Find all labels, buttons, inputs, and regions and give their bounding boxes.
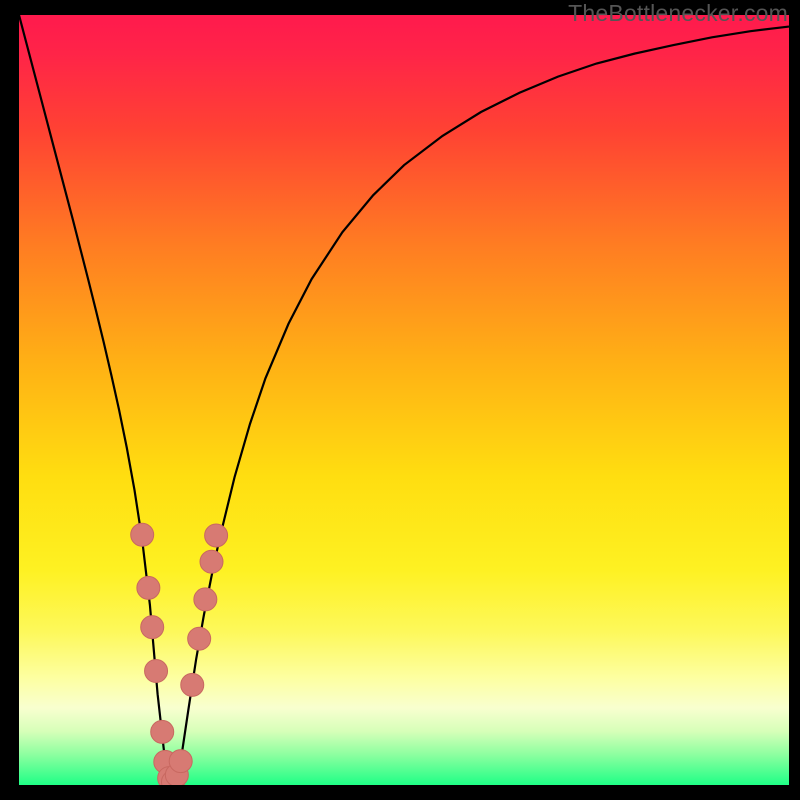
bottleneck-curve (19, 15, 789, 782)
data-marker (145, 660, 168, 683)
data-marker (188, 627, 211, 650)
data-marker (131, 523, 154, 546)
data-marker (169, 750, 192, 773)
curve-layer (19, 15, 789, 785)
data-marker (205, 524, 228, 547)
data-marker (181, 673, 204, 696)
watermark-text: TheBottlenecker.com (568, 0, 788, 27)
plot-area (19, 15, 789, 785)
data-marker (151, 720, 174, 743)
chart-frame: TheBottlenecker.com (0, 0, 800, 800)
data-marker (137, 576, 160, 599)
data-marker (194, 588, 217, 611)
data-marker (141, 616, 164, 639)
data-marker (200, 550, 223, 573)
